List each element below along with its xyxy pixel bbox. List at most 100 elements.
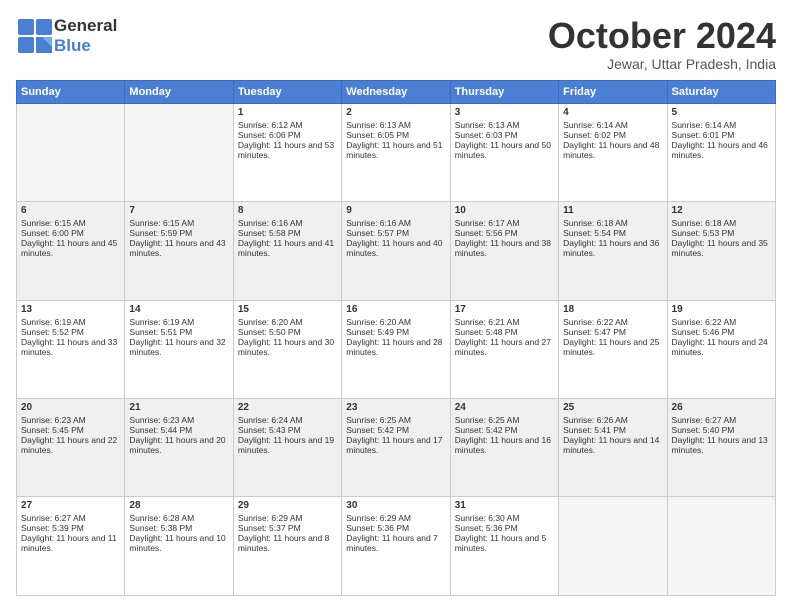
- day-info: Sunset: 5:36 PM: [346, 523, 445, 533]
- table-row: 24Sunrise: 6:25 AMSunset: 5:42 PMDayligh…: [450, 399, 558, 497]
- day-number: 9: [346, 205, 445, 216]
- calendar-header-row: Sunday Monday Tuesday Wednesday Thursday…: [17, 80, 776, 103]
- day-info: Sunset: 5:45 PM: [21, 425, 120, 435]
- day-info: Daylight: 11 hours and 35 minutes.: [672, 238, 771, 258]
- table-row: 25Sunrise: 6:26 AMSunset: 5:41 PMDayligh…: [559, 399, 667, 497]
- day-info: Daylight: 11 hours and 32 minutes.: [129, 337, 228, 357]
- day-info: Daylight: 11 hours and 13 minutes.: [672, 435, 771, 455]
- day-number: 2: [346, 107, 445, 118]
- table-row: 19Sunrise: 6:22 AMSunset: 5:46 PMDayligh…: [667, 300, 775, 398]
- day-number: 1: [238, 107, 337, 118]
- day-number: 21: [129, 402, 228, 413]
- day-number: 31: [455, 500, 554, 511]
- day-info: Sunrise: 6:18 AM: [563, 218, 662, 228]
- day-number: 4: [563, 107, 662, 118]
- table-row: 15Sunrise: 6:20 AMSunset: 5:50 PMDayligh…: [233, 300, 341, 398]
- day-number: 24: [455, 402, 554, 413]
- day-info: Sunset: 5:51 PM: [129, 327, 228, 337]
- day-info: Sunset: 5:58 PM: [238, 228, 337, 238]
- table-row: 26Sunrise: 6:27 AMSunset: 5:40 PMDayligh…: [667, 399, 775, 497]
- day-info: Sunrise: 6:22 AM: [563, 317, 662, 327]
- logo: General Blue: [16, 16, 117, 56]
- page: General Blue October 2024 Jewar, Uttar P…: [0, 0, 792, 612]
- day-info: Daylight: 11 hours and 41 minutes.: [238, 238, 337, 258]
- col-tuesday: Tuesday: [233, 80, 341, 103]
- table-row: 5Sunrise: 6:14 AMSunset: 6:01 PMDaylight…: [667, 103, 775, 201]
- day-number: 30: [346, 500, 445, 511]
- day-info: Sunrise: 6:14 AM: [672, 120, 771, 130]
- col-friday: Friday: [559, 80, 667, 103]
- logo-icon: [16, 17, 54, 55]
- calendar-week-row: 1Sunrise: 6:12 AMSunset: 6:06 PMDaylight…: [17, 103, 776, 201]
- location: Jewar, Uttar Pradesh, India: [548, 56, 776, 72]
- day-number: 12: [672, 205, 771, 216]
- day-info: Sunset: 5:39 PM: [21, 523, 120, 533]
- day-info: Sunrise: 6:15 AM: [21, 218, 120, 228]
- day-info: Sunrise: 6:23 AM: [129, 415, 228, 425]
- day-info: Sunset: 5:52 PM: [21, 327, 120, 337]
- table-row: 14Sunrise: 6:19 AMSunset: 5:51 PMDayligh…: [125, 300, 233, 398]
- day-info: Daylight: 11 hours and 30 minutes.: [238, 337, 337, 357]
- day-number: 15: [238, 304, 337, 315]
- day-info: Daylight: 11 hours and 10 minutes.: [129, 533, 228, 553]
- table-row: 30Sunrise: 6:29 AMSunset: 5:36 PMDayligh…: [342, 497, 450, 596]
- day-info: Sunrise: 6:27 AM: [672, 415, 771, 425]
- day-info: Daylight: 11 hours and 7 minutes.: [346, 533, 445, 553]
- day-info: Sunset: 5:46 PM: [672, 327, 771, 337]
- table-row: 31 Sunrise: 6:30 AMSunset: 5:36 PMDayligh…: [450, 497, 558, 596]
- day-info: Sunrise: 6:17 AM: [455, 218, 554, 228]
- day-info: Daylight: 11 hours and 43 minutes.: [129, 238, 228, 258]
- table-row: 28Sunrise: 6:28 AMSunset: 5:38 PMDayligh…: [125, 497, 233, 596]
- day-info: Sunrise: 6:25 AM: [346, 415, 445, 425]
- logo-general: General: [54, 16, 117, 35]
- day-info: Daylight: 11 hours and 33 minutes.: [21, 337, 120, 357]
- day-info: Daylight: 11 hours and 11 minutes.: [21, 533, 120, 553]
- table-row: 22Sunrise: 6:24 AMSunset: 5:43 PMDayligh…: [233, 399, 341, 497]
- table-row: 10Sunrise: 6:17 AMSunset: 5:56 PMDayligh…: [450, 202, 558, 300]
- calendar-table: Sunday Monday Tuesday Wednesday Thursday…: [16, 80, 776, 596]
- day-info: Daylight: 11 hours and 14 minutes.: [563, 435, 662, 455]
- day-info: Daylight: 11 hours and 24 minutes.: [672, 337, 771, 357]
- table-row: 7Sunrise: 6:15 AMSunset: 5:59 PMDaylight…: [125, 202, 233, 300]
- table-row: 4Sunrise: 6:14 AMSunset: 6:02 PMDaylight…: [559, 103, 667, 201]
- day-info: Sunset: 5:53 PM: [672, 228, 771, 238]
- day-info: Sunrise: 6:21 AM: [455, 317, 554, 327]
- logo-blue: Blue: [54, 36, 91, 55]
- day-info: Sunset: 5:36 PM: [455, 523, 554, 533]
- day-info: Daylight: 11 hours and 19 minutes.: [238, 435, 337, 455]
- table-row: 3Sunrise: 6:13 AMSunset: 6:03 PMDaylight…: [450, 103, 558, 201]
- day-info: Sunset: 6:03 PM: [455, 130, 554, 140]
- day-number: 8: [238, 205, 337, 216]
- day-number: 29: [238, 500, 337, 511]
- day-info: Sunset: 5:43 PM: [238, 425, 337, 435]
- day-info: Sunset: 5:42 PM: [455, 425, 554, 435]
- day-number: 11: [563, 205, 662, 216]
- table-row: 20Sunrise: 6:23 AMSunset: 5:45 PMDayligh…: [17, 399, 125, 497]
- day-number: 14: [129, 304, 228, 315]
- col-thursday: Thursday: [450, 80, 558, 103]
- day-info: Daylight: 11 hours and 27 minutes.: [455, 337, 554, 357]
- title-block: October 2024 Jewar, Uttar Pradesh, India: [548, 16, 776, 72]
- day-info: Sunrise: 6:29 AM: [238, 513, 337, 523]
- day-info: Sunrise: 6:30 AM: [455, 513, 554, 523]
- table-row: 12Sunrise: 6:18 AMSunset: 5:53 PMDayligh…: [667, 202, 775, 300]
- day-info: Daylight: 11 hours and 5 minutes.: [455, 533, 554, 553]
- day-info: Daylight: 11 hours and 48 minutes.: [563, 140, 662, 160]
- day-info: Sunset: 6:05 PM: [346, 130, 445, 140]
- table-row: 21Sunrise: 6:23 AMSunset: 5:44 PMDayligh…: [125, 399, 233, 497]
- table-row: 11Sunrise: 6:18 AMSunset: 5:54 PMDayligh…: [559, 202, 667, 300]
- table-row: 29Sunrise: 6:29 AMSunset: 5:37 PMDayligh…: [233, 497, 341, 596]
- day-info: Sunset: 5:40 PM: [672, 425, 771, 435]
- day-number: 10: [455, 205, 554, 216]
- day-info: Daylight: 11 hours and 22 minutes.: [21, 435, 120, 455]
- table-row: 16Sunrise: 6:20 AMSunset: 5:49 PMDayligh…: [342, 300, 450, 398]
- day-info: Daylight: 11 hours and 53 minutes.: [238, 140, 337, 160]
- day-info: Sunset: 5:54 PM: [563, 228, 662, 238]
- col-sunday: Sunday: [17, 80, 125, 103]
- day-info: Sunset: 6:00 PM: [21, 228, 120, 238]
- day-info: Sunset: 5:47 PM: [563, 327, 662, 337]
- day-info: Daylight: 11 hours and 16 minutes.: [455, 435, 554, 455]
- day-number: 27: [21, 500, 120, 511]
- day-info: Daylight: 11 hours and 51 minutes.: [346, 140, 445, 160]
- day-info: Sunrise: 6:19 AM: [21, 317, 120, 327]
